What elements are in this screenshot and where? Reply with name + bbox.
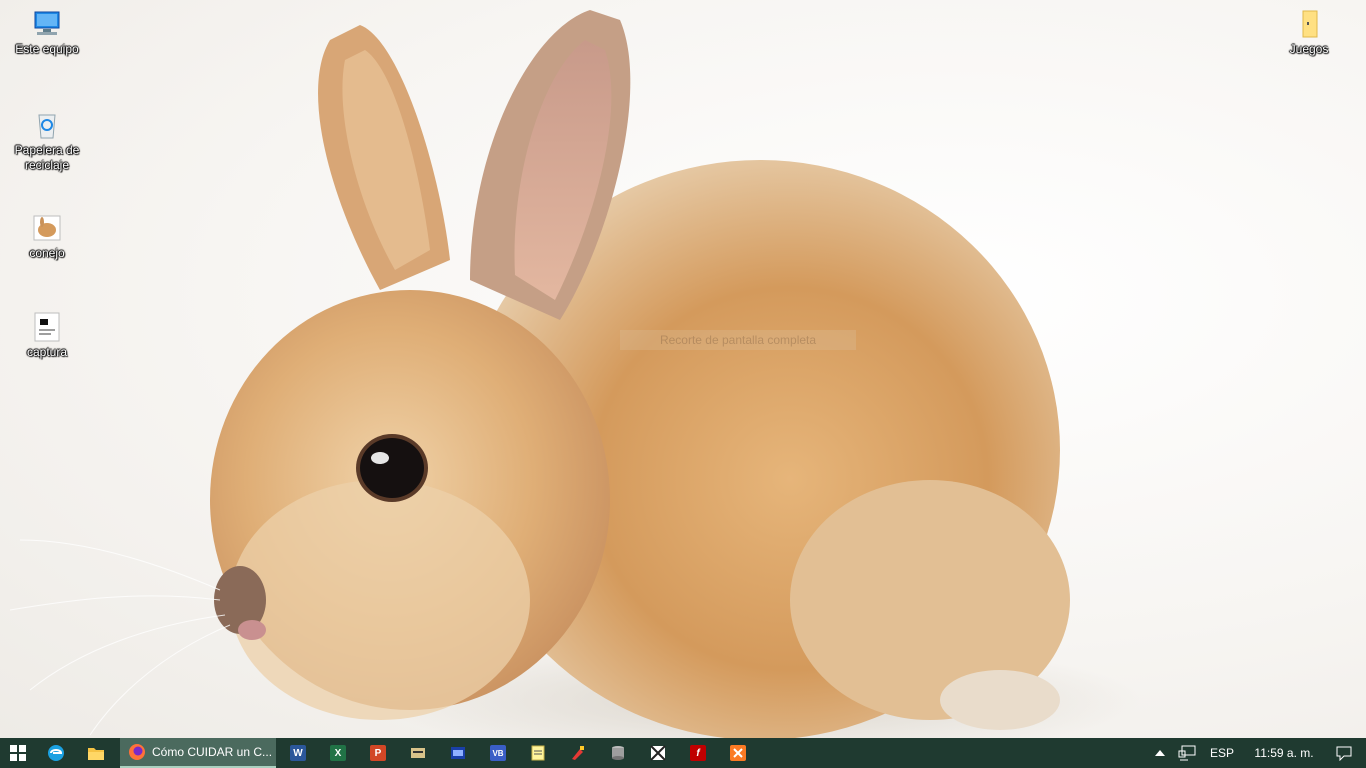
chevron-up-icon [1155,750,1165,756]
paint-icon [572,746,584,760]
show-hidden-icons-button[interactable] [1148,750,1172,756]
system-tray: ESP 11:59 a. m. [1148,738,1366,768]
desktop-icon-label: captura [26,345,68,359]
taskbar-app-3-button[interactable] [638,738,678,768]
start-button[interactable] [0,738,36,768]
taskbar-filezilla-button[interactable]: f [678,738,718,768]
rabbit-wallpaper-image [9,10,1140,738]
app-icon-2 [451,747,465,759]
desktop-icon-captura[interactable]: captura [7,311,87,360]
desktop-icon-label: Este equipo [15,42,79,56]
desktop-icon-label: Juegos [1289,42,1329,56]
folder-icon [1293,8,1325,40]
taskbar-app-2-button[interactable] [438,738,478,768]
taskbar-excel-button[interactable]: X [318,738,358,768]
computer-icon [31,8,63,40]
taskbar-explorer-button[interactable] [76,738,116,768]
windows-logo-icon [10,745,26,761]
clock[interactable]: 11:59 a. m. [1246,746,1322,760]
taskbar-firefox-window[interactable]: Cómo CUIDAR un C... [120,738,276,768]
recycle-bin-icon [31,109,63,141]
taskbar-powerpoint-button[interactable]: P [358,738,398,768]
word-icon: W [290,745,306,761]
edge-legacy-icon [48,745,64,761]
input-language-indicator[interactable]: ESP [1202,746,1242,760]
desktop-icon-label: Papelera de reciclaje [14,143,80,172]
powerpoint-icon: P [370,745,386,761]
image-file-icon [31,212,63,244]
taskbar-app-1-button[interactable] [398,738,438,768]
firefox-icon [129,744,145,760]
network-icon [1178,745,1196,761]
desktop-wallpaper: Recorte de pantalla completa [0,0,1366,738]
taskbar: Cómo CUIDAR un C... W X P VB f ESP 11:59… [0,738,1366,768]
screenshot-file-icon [31,311,63,343]
database-icon [612,746,624,760]
taskbar-database-button[interactable] [598,738,638,768]
xampp-icon [730,745,746,761]
screen-snip-overlay-text: Recorte de pantalla completa [620,330,856,350]
visual-basic-icon: VB [490,745,506,761]
taskbar-edge-button[interactable] [36,738,76,768]
taskbar-vb-button[interactable]: VB [478,738,518,768]
taskbar-word-button[interactable]: W [278,738,318,768]
desktop-icon-label: conejo [29,246,65,260]
taskbar-xampp-button[interactable] [718,738,758,768]
app-icon-3 [650,745,666,761]
network-button[interactable] [1172,745,1202,761]
notification-icon [1336,746,1352,761]
taskbar-notepad-button[interactable] [518,738,558,768]
app-icon-1 [411,748,425,758]
desktop-icon-papelera[interactable]: Papelera de reciclaje [7,109,87,173]
taskbar-paint-button[interactable] [558,738,598,768]
action-center-button[interactable] [1322,745,1366,761]
notepad-icon [531,745,545,761]
desktop-icon-conejo[interactable]: conejo [7,212,87,261]
desktop-icon-juegos[interactable]: Juegos [1269,8,1349,57]
filezilla-icon: f [690,745,706,761]
excel-icon: X [330,745,346,761]
desktop-icon-este-equipo[interactable]: Este equipo [7,8,87,57]
file-explorer-icon [88,748,104,760]
taskbar-window-title: Cómo CUIDAR un C... [152,745,273,759]
